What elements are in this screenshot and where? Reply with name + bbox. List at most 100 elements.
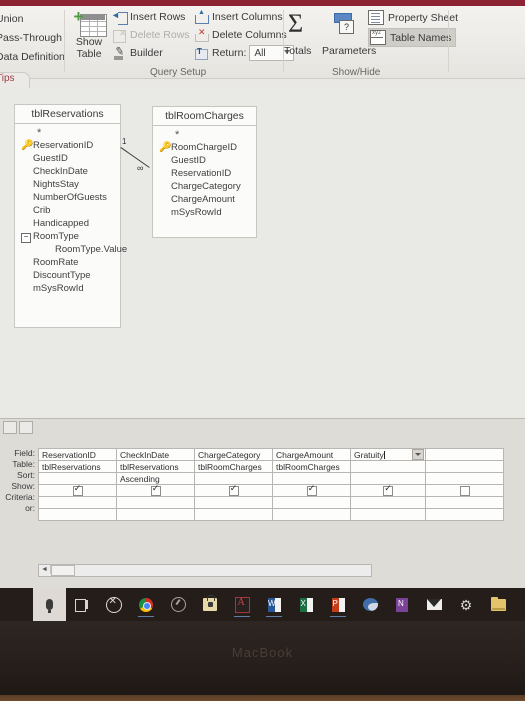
grid-cell-field[interactable]: CheckInDate <box>116 448 195 461</box>
field-label[interactable]: RoomType <box>33 231 79 242</box>
scroll-left-arrow-icon[interactable]: ◄ <box>39 565 51 574</box>
task-view-button[interactable] <box>66 588 98 621</box>
field-asterisk[interactable]: * <box>15 127 120 139</box>
table-header[interactable]: tblRoomCharges <box>153 107 256 126</box>
show-checkbox[interactable] <box>72 486 83 496</box>
table-box-tblreservations[interactable]: tblReservations * 🔑 ReservationID GuestID… <box>14 104 127 328</box>
grid-cell-sort[interactable] <box>350 472 426 485</box>
splitter-button-left[interactable] <box>3 421 17 434</box>
grid-cell-criteria[interactable] <box>38 496 117 509</box>
grid-cell-table[interactable]: tblRoomCharges <box>194 460 273 473</box>
show-checkbox[interactable] <box>228 486 239 496</box>
grid-cell-criteria[interactable] <box>350 496 426 509</box>
grid-cell-show[interactable] <box>116 484 195 497</box>
grid-cell-show[interactable] <box>272 484 351 497</box>
grid-cell-sort[interactable] <box>194 472 273 485</box>
field-asterisk[interactable]: * <box>153 129 256 141</box>
show-checkbox[interactable] <box>459 485 470 496</box>
grid-cell-field-active[interactable]: Gratuity <box>350 448 426 461</box>
delete-columns-button[interactable]: Delete Columns <box>194 27 294 43</box>
return-rows-control[interactable]: Return: All <box>194 45 294 61</box>
splitter-button-right[interactable] <box>19 421 33 434</box>
field-label[interactable]: CheckInDate <box>33 166 88 177</box>
field-label[interactable]: DiscountType <box>33 270 91 281</box>
totals-label[interactable]: Totals <box>284 45 311 57</box>
field-label[interactable]: NightsStay <box>33 179 79 190</box>
field-label[interactable]: mSysRowId <box>33 283 84 294</box>
pane-splitter[interactable] <box>0 418 525 435</box>
grid-cell-table[interactable]: tblRoomCharges <box>272 460 351 473</box>
search-microphone-button[interactable] <box>33 588 66 621</box>
grid-cell-sort[interactable] <box>425 472 504 485</box>
chevron-down-icon[interactable] <box>412 449 424 460</box>
insert-rows-button[interactable]: Insert Rows <box>111 9 194 25</box>
field-label[interactable]: RoomChargeID <box>171 142 237 153</box>
chrome-button[interactable] <box>130 588 162 621</box>
excel-button[interactable] <box>290 588 322 621</box>
field-label[interactable]: GuestID <box>171 155 206 166</box>
grid-cell-field[interactable]: ReservationID <box>38 448 117 461</box>
expand-collapse-icon[interactable]: − <box>21 231 33 243</box>
ribbon-item-union[interactable]: Union <box>0 10 62 29</box>
edge-button[interactable] <box>354 588 386 621</box>
parameters-icon[interactable] <box>330 13 354 35</box>
grid-cell-field[interactable]: ChargeCategory <box>194 448 273 461</box>
field-label[interactable]: NumberOfGuests <box>33 192 107 203</box>
grid-cell-criteria[interactable] <box>272 496 351 509</box>
show-checkbox[interactable] <box>383 486 393 496</box>
onenote-button[interactable] <box>386 588 418 621</box>
grid-horizontal-scrollbar[interactable]: ◄ <box>38 564 372 577</box>
grid-cell-table[interactable] <box>425 460 504 473</box>
field-label[interactable]: RoomRate <box>33 257 78 268</box>
grid-cell-show[interactable] <box>38 484 117 497</box>
store-button[interactable] <box>194 588 226 621</box>
join-line[interactable] <box>120 147 150 168</box>
powerpoint-button[interactable] <box>322 588 354 621</box>
grid-cell-field[interactable]: ChargeAmount <box>272 448 351 461</box>
grid-cell-sort[interactable] <box>272 472 351 485</box>
query-design-canvas[interactable]: tblReservations * 🔑 ReservationID GuestID… <box>0 88 525 418</box>
grid-cell-show[interactable] <box>350 484 426 497</box>
table-box-tblroomcharges[interactable]: tblRoomCharges * 🔑 RoomChargeID GuestID R… <box>152 106 257 238</box>
table-names-button[interactable]: Table Names <box>368 28 457 47</box>
grid-cell-or[interactable] <box>350 508 426 521</box>
show-table-button[interactable]: + Show Table <box>68 8 110 60</box>
field-label[interactable]: ReservationID <box>33 140 93 151</box>
grid-cell-criteria[interactable] <box>194 496 273 509</box>
grid-cell-or[interactable] <box>116 508 195 521</box>
file-explorer-button[interactable] <box>482 588 514 621</box>
scrollbar-thumb[interactable] <box>51 565 75 576</box>
field-label[interactable]: mSysRowId <box>171 207 222 218</box>
grid-cell-or[interactable] <box>425 508 504 521</box>
grid-cell-sort[interactable]: Ascending <box>116 472 195 485</box>
sigma-icon[interactable]: Σ <box>288 11 303 37</box>
show-checkbox[interactable] <box>306 486 317 496</box>
grid-cell-table[interactable]: tblReservations <box>116 460 195 473</box>
field-label[interactable]: ReservationID <box>171 168 231 179</box>
grid-cell-or[interactable] <box>272 508 351 521</box>
cortana-button[interactable] <box>162 588 194 621</box>
field-label[interactable]: ChargeAmount <box>171 194 235 205</box>
grid-cell-table[interactable]: tblReservations <box>38 460 117 473</box>
grid-cell-show[interactable] <box>425 484 504 497</box>
access-button[interactable] <box>226 588 258 621</box>
field-label[interactable]: Handicapped <box>33 218 89 229</box>
field-label[interactable]: GuestID <box>33 153 68 164</box>
field-label[interactable]: ChargeCategory <box>171 181 241 192</box>
word-button[interactable] <box>258 588 290 621</box>
grid-cell-sort[interactable] <box>38 472 117 485</box>
grid-cell-criteria[interactable] <box>116 496 195 509</box>
grid-cell-field[interactable] <box>425 448 504 461</box>
grid-cell-or[interactable] <box>38 508 117 521</box>
grid-cell-or[interactable] <box>194 508 273 521</box>
grid-cell-show[interactable] <box>194 484 273 497</box>
ribbon-item-data-definition[interactable]: Data Definition <box>0 48 65 67</box>
grid-cell-table[interactable] <box>350 460 426 473</box>
table-header[interactable]: tblReservations <box>15 105 120 124</box>
settings-button[interactable]: ⚙ <box>450 588 482 621</box>
grid-cell-criteria[interactable] <box>425 496 504 509</box>
builder-button[interactable]: Builder <box>112 45 194 61</box>
insert-columns-button[interactable]: Insert Columns <box>194 9 294 25</box>
property-sheet-button[interactable]: Property Sheet <box>368 10 458 25</box>
field-label[interactable]: Crib <box>33 205 50 216</box>
